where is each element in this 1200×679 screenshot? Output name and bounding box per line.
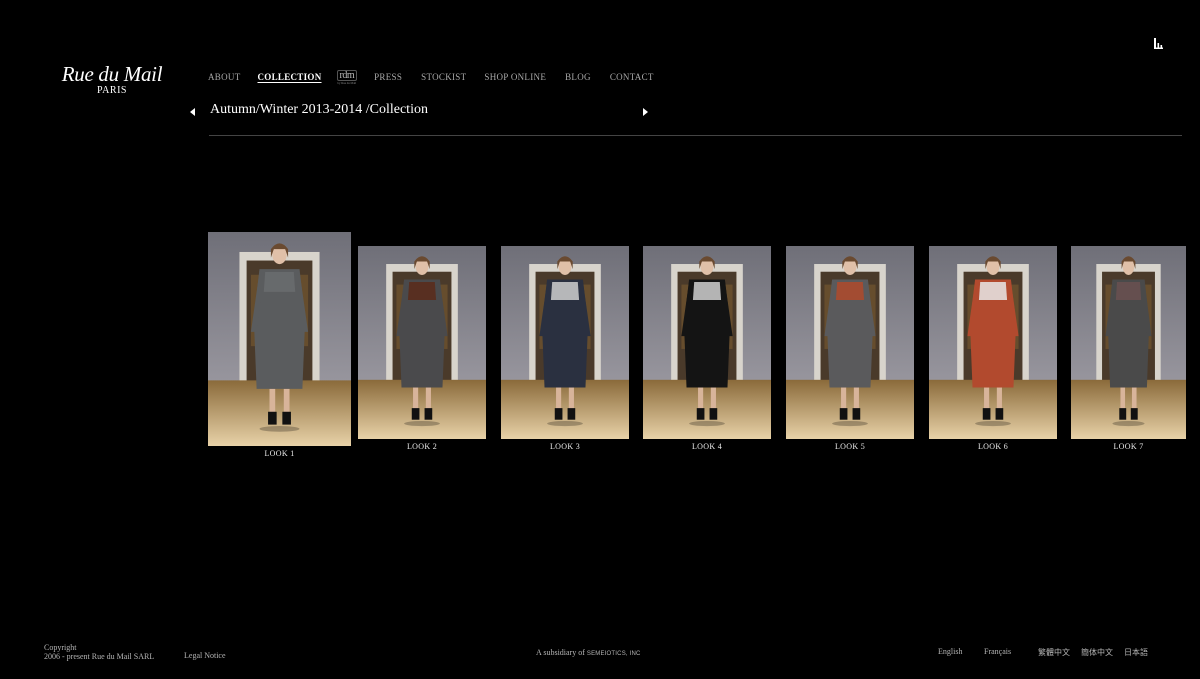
subsidiary-brand: SEMEIOTICS, INC — [586, 651, 641, 657]
header-divider — [209, 135, 1182, 136]
look-label: LOOK 7 — [1113, 442, 1144, 451]
nav-press[interactable]: PRESS — [374, 72, 402, 82]
look-photo — [501, 246, 629, 439]
look-label: LOOK 4 — [691, 442, 723, 451]
look-thumbnail[interactable]: LOOK 6 — [929, 246, 1057, 455]
lang-traditional-chinese[interactable]: 繁體中文 — [1038, 647, 1070, 658]
rdm-logo-caption: by Rue du Mail — [337, 80, 357, 85]
brand-city: PARIS — [97, 85, 127, 96]
subsidiary-text: A subsidiary of — [536, 648, 585, 657]
lang-english[interactable]: English — [938, 647, 962, 656]
look-photo — [643, 246, 771, 439]
main-nav: ABOUT COLLECTION rdm by Rue du Mail PRES… — [208, 68, 654, 86]
copyright-line-2: 2006 - present Rue du Mail SARL — [44, 652, 155, 661]
look-thumbnail[interactable]: LOOK 7 — [1071, 246, 1186, 455]
brand-logo[interactable]: Rue du Mail PARIS — [56, 63, 168, 97]
nav-collection[interactable]: COLLECTION — [258, 72, 322, 82]
look-photo — [1071, 246, 1186, 439]
lang-simplified-chinese[interactable]: 簡体中文 — [1081, 647, 1113, 658]
look-label: LOOK 3 — [549, 442, 581, 451]
look-thumbnail[interactable]: LOOK 2 — [358, 246, 486, 455]
nav-shop-online[interactable]: SHOP ONLINE — [484, 72, 546, 82]
nav-contact[interactable]: CONTACT — [610, 72, 654, 82]
look-photo — [786, 246, 914, 439]
look-label: LOOK 2 — [406, 442, 438, 451]
look-photo — [929, 246, 1057, 439]
look-label: LOOK 6 — [977, 442, 1009, 451]
lang-french[interactable]: Français — [984, 647, 1011, 656]
bars-icon[interactable] — [1154, 38, 1164, 49]
look-label: LOOK 1 — [264, 449, 295, 458]
collection-title: Autumn/Winter 2013-2014 /Collection — [210, 102, 428, 117]
look-photo — [208, 232, 351, 446]
nav-about[interactable]: ABOUT — [208, 72, 241, 82]
copyright: Copyright 2006 - present Rue du Mail SAR… — [44, 643, 154, 661]
look-thumbnail[interactable]: LOOK 3 — [501, 246, 629, 455]
look-thumbnail[interactable]: LOOK 5 — [786, 246, 914, 455]
rdm-logo-text: rdm — [336, 69, 358, 81]
legal-notice-link[interactable]: Legal Notice — [184, 651, 226, 660]
subsidiary-note: A subsidiary of SEMEIOTICS, INC — [536, 648, 641, 657]
nav-rdm-logo[interactable]: rdm by Rue du Mail — [336, 69, 358, 85]
brand-name: Rue du Mail — [61, 62, 163, 86]
nav-stockist[interactable]: STOCKIST — [421, 72, 466, 82]
look-thumbnail[interactable]: LOOK 4 — [643, 246, 771, 455]
look-photo — [358, 246, 486, 439]
look-label: LOOK 5 — [834, 442, 866, 451]
lang-japanese[interactable]: 日本語 — [1124, 647, 1148, 658]
prev-collection-arrow-icon[interactable] — [190, 108, 195, 116]
copyright-line-1: Copyright — [44, 643, 77, 652]
nav-blog[interactable]: BLOG — [565, 72, 591, 82]
look-thumbnail[interactable]: LOOK 1 — [208, 232, 351, 462]
next-collection-arrow-icon[interactable] — [643, 108, 648, 116]
